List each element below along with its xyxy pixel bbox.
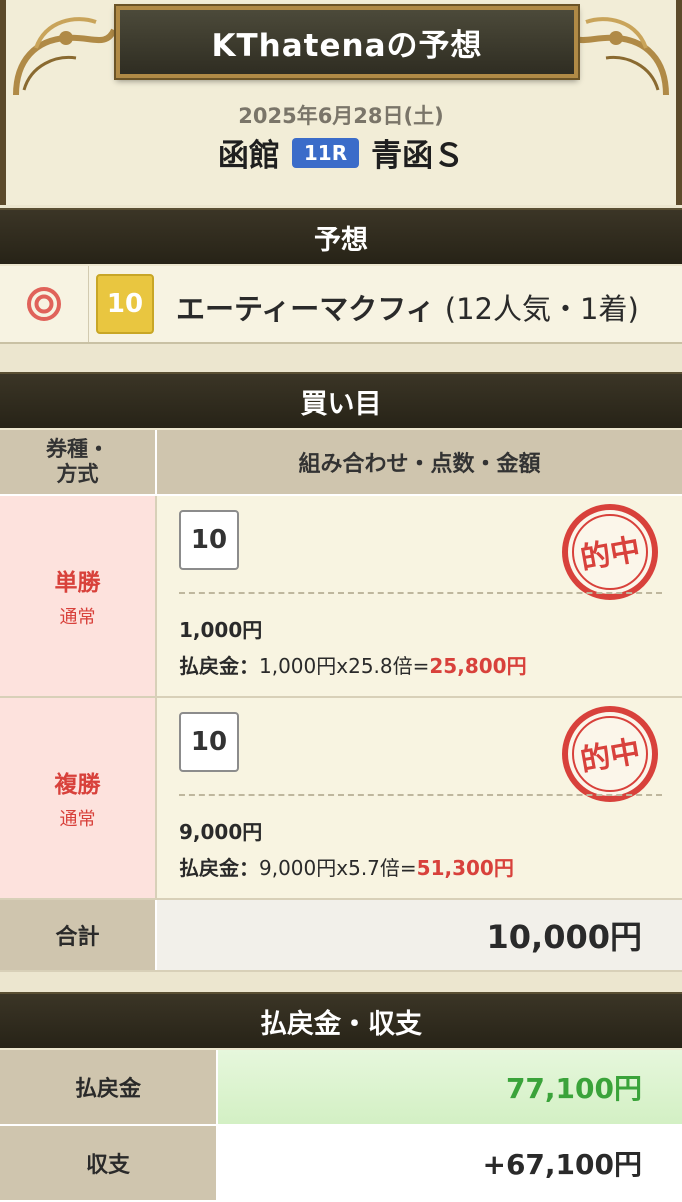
race-number-badge: 11R bbox=[291, 137, 360, 168]
payout-result: 25,800円 bbox=[429, 654, 527, 678]
bet-type-cell: 複勝 通常 bbox=[0, 698, 157, 898]
ornament-left-icon bbox=[13, 17, 117, 96]
bets-section-title: 買い目 bbox=[0, 372, 682, 428]
bet-payout-line: 払戻金：9,000円x5.7倍=51,300円 bbox=[179, 852, 514, 881]
hit-stamp-icon: 的中 bbox=[562, 706, 658, 802]
header-bet-type: 券種・ 方式 bbox=[0, 430, 157, 494]
prediction-row: 10 エーティーマクフィ (12人気・1着) bbox=[0, 266, 682, 344]
bet-detail-cell: 10 的中 9,000円 払戻金：9,000円x5.7倍=51,300円 bbox=[157, 698, 682, 898]
summary-table: 払戻金 77,100円 収支 +67,100円 bbox=[0, 1050, 682, 1202]
prediction-section-title: 予想 bbox=[0, 208, 682, 264]
payout-result: 51,300円 bbox=[416, 856, 514, 880]
race-header: KThatenaの予想 2025年6月28日(土) 函館 11R 青函Ｓ bbox=[0, 0, 682, 205]
balance-label: 収支 bbox=[0, 1126, 218, 1200]
race-info: 函館 11R 青函Ｓ bbox=[6, 130, 676, 175]
payout-label: 払戻金： bbox=[179, 856, 259, 880]
total-row: 合計 10,000円 bbox=[0, 900, 682, 972]
bets-table: 券種・ 方式 組み合わせ・点数・金額 単勝 通常 10 的中 1,000円 払戻金… bbox=[0, 430, 682, 972]
bet-combination: 10 bbox=[179, 510, 239, 570]
bets-table-header: 券種・ 方式 組み合わせ・点数・金額 bbox=[0, 430, 682, 496]
race-name: 青函Ｓ bbox=[371, 138, 465, 174]
bet-type-cell: 単勝 通常 bbox=[0, 496, 157, 696]
total-value: 10,000円 bbox=[157, 900, 682, 970]
bet-method: 通常 bbox=[59, 809, 96, 830]
page-title: KThatenaの予想 bbox=[211, 27, 483, 64]
dashed-divider bbox=[179, 592, 662, 594]
bet-row: 単勝 通常 10 的中 1,000円 払戻金：1,000円x25.8倍=25,8… bbox=[0, 496, 682, 698]
page-title-plate: KThatenaの予想 bbox=[116, 6, 578, 78]
horse-name-line: エーティーマクフィ (12人気・1着) bbox=[176, 286, 639, 328]
header-combination: 組み合わせ・点数・金額 bbox=[157, 430, 682, 494]
total-label: 合計 bbox=[0, 900, 157, 970]
double-circle-mark-icon bbox=[27, 287, 61, 321]
bet-method: 通常 bbox=[59, 607, 96, 628]
race-date: 2025年6月28日(土) bbox=[238, 104, 444, 128]
payout-value: 77,100円 bbox=[218, 1050, 682, 1124]
bet-amount: 1,000円 bbox=[179, 618, 263, 642]
bet-payout-line: 払戻金：1,000円x25.8倍=25,800円 bbox=[179, 650, 527, 679]
balance-value: +67,100円 bbox=[218, 1126, 682, 1200]
payout-label: 払戻金 bbox=[0, 1050, 218, 1124]
payout-calc: 1,000円x25.8倍= bbox=[259, 654, 430, 678]
summary-section-title: 払戻金・収支 bbox=[0, 992, 682, 1048]
dashed-divider bbox=[179, 794, 662, 796]
bet-type: 単勝 bbox=[54, 570, 101, 596]
bet-type: 複勝 bbox=[54, 772, 101, 798]
bet-amount: 9,000円 bbox=[179, 820, 263, 844]
payout-row: 払戻金 77,100円 bbox=[0, 1050, 682, 1126]
payout-calc: 9,000円x5.7倍= bbox=[259, 856, 417, 880]
bet-detail-cell: 10 的中 1,000円 払戻金：1,000円x25.8倍=25,800円 bbox=[157, 496, 682, 696]
prediction-mark-cell bbox=[0, 266, 89, 342]
horse-result: (12人気・1着) bbox=[444, 292, 639, 326]
hit-stamp-icon: 的中 bbox=[562, 504, 658, 600]
horse-number-badge: 10 bbox=[96, 274, 154, 334]
venue: 函館 bbox=[217, 138, 280, 174]
horse-name: エーティーマクフィ bbox=[176, 292, 435, 326]
bet-row: 複勝 通常 10 的中 9,000円 払戻金：9,000円x5.7倍=51,30… bbox=[0, 698, 682, 900]
balance-row: 収支 +67,100円 bbox=[0, 1126, 682, 1202]
payout-label: 払戻金： bbox=[179, 654, 259, 678]
bet-combination: 10 bbox=[179, 712, 239, 772]
